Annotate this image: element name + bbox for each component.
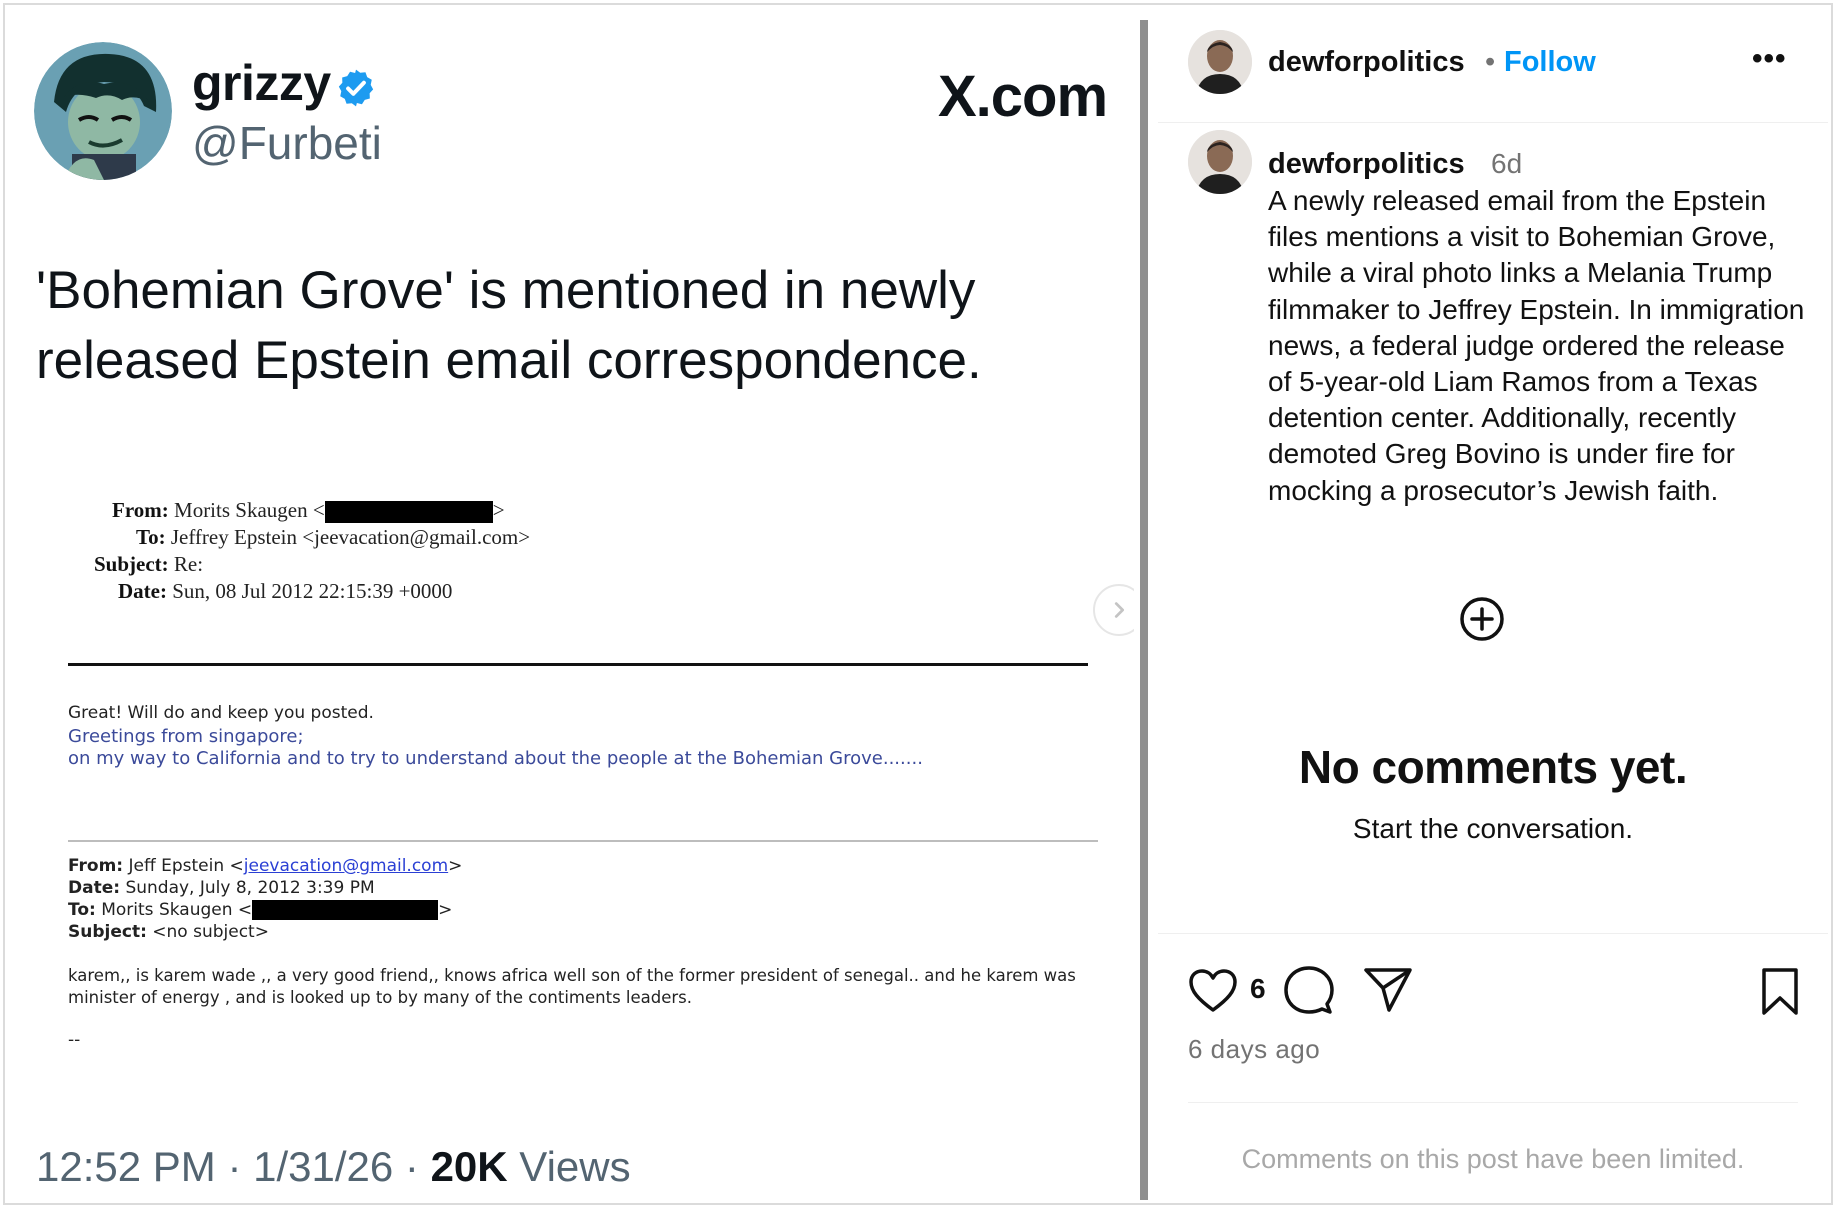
heart-icon[interactable]: [1188, 968, 1238, 1014]
tweet-time[interactable]: 12:52 PM: [36, 1143, 216, 1190]
email2-from-label: From:: [68, 856, 124, 876]
email-to-row: To: Jeffrey Epstein <jeevacation@gmail.c…: [136, 525, 530, 550]
email-subject-label: Subject:: [94, 552, 169, 576]
chevron-right-icon: [1114, 602, 1125, 618]
meta-separator: ·: [215, 1143, 254, 1190]
instagram-panel: dewforpolitics • Follow ••• dewforpoliti…: [1158, 8, 1828, 1200]
follow-button[interactable]: Follow: [1504, 46, 1596, 79]
email-from-end: >: [492, 498, 505, 522]
email-quote-line-1: Greetings from singapore;: [68, 726, 304, 747]
verified-badge-icon: [335, 67, 377, 109]
add-circle-icon[interactable]: [1458, 595, 1506, 643]
tweet-views-count: 20K: [430, 1143, 508, 1190]
email2-from-link[interactable]: jeevacation@gmail.com: [244, 856, 448, 876]
comments-limited-notice: Comments on this post have been limited.: [1241, 1144, 1745, 1174]
email-body-line-2: minister of energy , and is looked up to…: [68, 988, 693, 1007]
comments-divider: [1188, 1102, 1798, 1103]
email-body-line-1: karem,, is karem wade ,, a very good fri…: [68, 966, 1076, 985]
tweet-text: 'Bohemian Grove' is mentioned in newly r…: [36, 261, 982, 390]
email-signature: --: [68, 1030, 81, 1050]
comment-bubble-icon[interactable]: [1283, 964, 1335, 1016]
post-caption: A newly released email from the Epstein …: [1268, 185, 1805, 506]
actions-divider: [1158, 933, 1828, 934]
email2-to-label: To:: [68, 900, 96, 920]
post-time-ago[interactable]: 6 days ago: [1188, 1034, 1320, 1065]
email-from-label: From:: [112, 498, 169, 522]
email2-subject-label: Subject:: [68, 922, 147, 942]
tweet-views-label: Views: [507, 1143, 631, 1190]
email-date-value: Sun, 08 Jul 2012 22:15:39 +0000: [172, 579, 453, 603]
email2-date-label: Date:: [68, 878, 121, 898]
email2-from-name: Jeff Epstein <: [123, 856, 244, 876]
xcom-logo: X.com: [938, 64, 1108, 129]
more-options-button[interactable]: •••: [1752, 42, 1787, 76]
redaction-bar: [324, 501, 493, 524]
email2-subject-value: <no subject>: [146, 922, 269, 942]
caption-age[interactable]: 6d: [1491, 148, 1522, 180]
meta-separator: ·: [393, 1143, 431, 1190]
email2-date-row: Date: Sunday, July 8, 2012 3:39 PM: [68, 878, 375, 898]
email2-to-row: To: Morits Skaugen < >: [68, 900, 452, 920]
bookmark-icon[interactable]: [1758, 966, 1802, 1018]
email2-from-end: >: [448, 856, 463, 876]
caption-avatar[interactable]: [1188, 130, 1252, 194]
profile-avatar[interactable]: [1188, 30, 1252, 94]
email2-date-value: Sunday, July 8, 2012 3:39 PM: [120, 878, 375, 898]
redaction-bar: [252, 900, 439, 920]
email-to-value: Jeffrey Epstein <jeevacation@gmail.com>: [170, 525, 531, 549]
tweet-panel: grizzy @Furbeti X.com 'Bohemian Grove' i…: [8, 8, 1134, 1200]
email-divider: [68, 663, 1088, 666]
no-comments-heading: No comments yet.: [1298, 741, 1688, 793]
start-conversation-text: Start the conversation.: [1352, 813, 1634, 844]
email-date-row: Date: Sun, 08 Jul 2012 22:15:39 +0000: [118, 579, 452, 604]
email-divider-light: [68, 840, 1098, 842]
tweet-meta: 12:52 PM · 1/31/26 · 20K Views: [36, 1143, 631, 1191]
caption-username[interactable]: dewforpolitics: [1268, 148, 1465, 181]
author-name[interactable]: grizzy: [192, 54, 331, 112]
email-to-label: To:: [136, 525, 166, 549]
post-header: dewforpolitics • Follow •••: [1158, 8, 1828, 123]
panel-divider: [1140, 20, 1148, 1200]
email-subject-row: Subject: Re:: [94, 552, 203, 577]
email2-to-value: Morits Skaugen <: [95, 900, 253, 920]
header-separator: •: [1485, 46, 1496, 78]
tweet-date[interactable]: 1/31/26: [253, 1143, 393, 1190]
profile-username[interactable]: dewforpolitics: [1268, 46, 1465, 79]
email-document-image: From: Morits Skaugen < > To: Jeffrey Epst…: [58, 498, 1108, 1088]
email-quote-line-2: on my way to California and to try to un…: [68, 748, 923, 769]
email2-to-end: >: [438, 900, 453, 920]
email-date-label: Date:: [118, 579, 167, 603]
email2-subject-row: Subject: <no subject>: [68, 922, 269, 942]
email-subject-value: Re:: [173, 552, 204, 576]
email-reply-line: Great! Will do and keep you posted.: [68, 703, 374, 723]
author-handle[interactable]: @Furbeti: [192, 116, 382, 170]
paper-plane-icon[interactable]: [1363, 966, 1413, 1014]
email-from-value: Morits Skaugen <: [174, 498, 325, 522]
email-from-row: From: Morits Skaugen < >: [112, 498, 505, 524]
email2-from-row: From: Jeff Epstein <jeevacation@gmail.co…: [68, 856, 462, 876]
like-count[interactable]: 6: [1250, 973, 1266, 1005]
author-avatar[interactable]: [34, 42, 172, 180]
